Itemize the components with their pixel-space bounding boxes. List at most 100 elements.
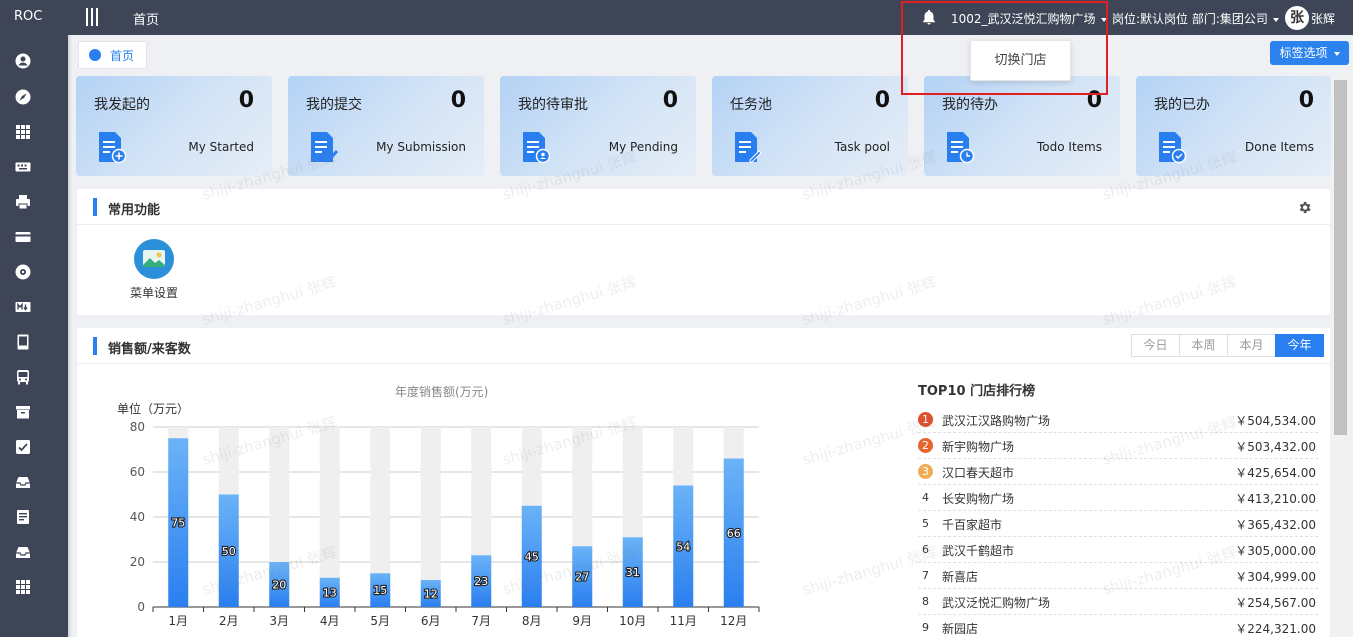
store-name: 1002_武汉泛悦汇购物广场 <box>951 12 1096 26</box>
card-title: 我的提交 <box>306 97 362 113</box>
chevron-down-icon <box>1272 17 1279 22</box>
card-title: 我发起的 <box>94 97 150 113</box>
rank-badge: 1 <box>918 412 933 427</box>
ranking-row[interactable]: 7 新喜店 ￥304,999.00 <box>918 563 1318 589</box>
stat-card[interactable]: 我的提交 0 My Submission <box>288 76 484 176</box>
x-tick-label: 10月 <box>619 614 646 628</box>
page-scrollbar[interactable] <box>1331 76 1349 637</box>
stat-card[interactable]: 我的待办 0 Todo Items <box>924 76 1120 176</box>
scrollbar-thumb[interactable] <box>1334 80 1347 435</box>
store-name: 千百家超市 <box>942 518 1003 532</box>
ranking-row[interactable]: 9 新园店 ￥224,321.00 <box>918 615 1318 637</box>
y-tick-label: 20 <box>130 555 145 569</box>
period-tab[interactable]: 本月 <box>1227 334 1276 357</box>
store-sales: ￥304,999.00 <box>1235 570 1316 584</box>
printer-icon[interactable] <box>15 194 31 210</box>
rank-badge: 8 <box>922 595 929 608</box>
stat-card[interactable]: 任务池 0 Task pool <box>712 76 908 176</box>
doc-user-icon <box>523 132 551 164</box>
period-tab[interactable]: 今日 <box>1131 334 1180 357</box>
store-sales: ￥503,432.00 <box>1235 440 1316 454</box>
card-title: 我的待审批 <box>518 97 588 113</box>
archive-icon[interactable] <box>15 404 31 420</box>
card-subtitle: Done Items <box>1245 140 1314 154</box>
accent-bar <box>93 198 97 216</box>
y-tick-label: 40 <box>130 510 145 524</box>
inbox-icon[interactable] <box>15 474 31 490</box>
period-tab[interactable]: 本周 <box>1179 334 1228 357</box>
stat-card[interactable]: 我的已办 0 Done Items <box>1136 76 1332 176</box>
store-name: 新宇购物广场 <box>942 440 1015 454</box>
chart-title: 年度销售额(万元) <box>395 385 489 399</box>
gear-icon[interactable] <box>1297 200 1312 215</box>
x-tick-label: 7月 <box>471 614 491 628</box>
store-name: 新园店 <box>942 622 979 636</box>
card-subtitle: Todo Items <box>1037 140 1102 154</box>
rank-badge: 7 <box>922 569 929 582</box>
store-sales: ￥305,000.00 <box>1235 544 1316 558</box>
tray-icon[interactable] <box>15 544 31 560</box>
ranking-row[interactable]: 2 新宇购物广场 ￥503,432.00 <box>918 433 1318 459</box>
keyboard-icon[interactable] <box>15 159 31 175</box>
panel-header: 销售额/来客数 今日 本周 本月 今年 <box>77 328 1330 364</box>
store-name: 汉口春天超市 <box>942 466 1015 480</box>
compass-icon[interactable] <box>15 89 31 105</box>
chart-unit-label: 单位（万元） <box>117 402 190 416</box>
bus-icon[interactable] <box>15 369 31 385</box>
panel-header: 常用功能 <box>77 189 1330 225</box>
period-tab[interactable]: 今年 <box>1275 334 1324 357</box>
ranking-row[interactable]: 4 长安购物广场 ￥413,210.00 <box>918 485 1318 511</box>
ranking-row[interactable]: 8 武汉泛悦汇购物广场 ￥254,567.00 <box>918 589 1318 615</box>
brand-logo[interactable]: ROC <box>14 9 42 24</box>
stat-card[interactable]: 我发起的 0 My Started <box>76 76 272 176</box>
y-tick-label: 60 <box>130 465 145 479</box>
x-tick-label: 5月 <box>370 614 390 628</box>
disc-icon[interactable] <box>15 264 31 280</box>
x-tick-label: 12月 <box>720 614 747 628</box>
post-info[interactable]: 岗位:默认岗位 部门:集团公司 <box>1112 10 1279 27</box>
menu-settings-shortcut[interactable]: 菜单设置 <box>127 239 181 301</box>
x-tick-label: 9月 <box>572 614 592 628</box>
bar-value-label: 75 <box>171 517 185 530</box>
chevron-down-icon <box>1100 17 1107 22</box>
top-bar: ROC 首页 1002_武汉泛悦汇购物广场 岗位:默认岗位 部门:集团公司 张 … <box>0 0 1353 35</box>
user-circle-icon[interactable] <box>15 53 31 69</box>
markdown-icon[interactable] <box>15 299 31 315</box>
card-subtitle: Task pool <box>834 140 890 154</box>
stat-card[interactable]: 我的待审批 0 My Pending <box>500 76 696 176</box>
username[interactable]: 张辉 <box>1311 10 1335 27</box>
sales-panel: 销售额/来客数 今日 本周 本月 今年 年度销售额(万元) 单位（万元） 0 20 40 6… <box>77 328 1330 637</box>
bell-icon[interactable] <box>920 7 938 27</box>
doc-clock-icon <box>947 132 975 164</box>
ranking-row[interactable]: 5 千百家超市 ￥365,432.00 <box>918 511 1318 537</box>
bar-value-label: 50 <box>222 545 236 558</box>
card-subtitle: My Submission <box>376 140 466 154</box>
store-select[interactable]: 1002_武汉泛悦汇购物广场 <box>951 10 1107 27</box>
menu-toggle-icon[interactable] <box>86 8 98 26</box>
menu-settings-label: 菜单设置 <box>129 286 178 300</box>
tab-options-button[interactable]: 标签选项 <box>1270 41 1349 65</box>
period-tabs: 今日 本周 本月 今年 <box>1131 334 1324 357</box>
tab-home-label: 首页 <box>110 48 135 63</box>
avatar[interactable]: 张 <box>1285 6 1309 30</box>
apps-icon[interactable] <box>15 579 31 595</box>
common-functions-panel: 常用功能 菜单设置 <box>77 189 1330 315</box>
rank-badge: 2 <box>918 438 933 453</box>
credit-card-icon[interactable] <box>15 229 31 245</box>
accent-bar <box>93 337 97 355</box>
grid-icon[interactable] <box>15 124 31 140</box>
store-name: 武汉江汉路购物广场 <box>942 414 1051 428</box>
panel-title: 销售额/来客数 <box>108 342 191 357</box>
sidebar-shadow <box>68 35 72 637</box>
checkbox-icon[interactable] <box>15 439 31 455</box>
document-icon[interactable] <box>15 509 31 525</box>
tablet-icon[interactable] <box>15 334 31 350</box>
card-count: 0 <box>238 88 254 113</box>
chevron-down-icon <box>1333 51 1340 56</box>
top-home-link[interactable]: 首页 <box>133 9 159 28</box>
switch-store-menu-item[interactable]: 切换门店 <box>970 40 1071 81</box>
tab-home[interactable]: 首页 <box>78 41 147 69</box>
ranking-row[interactable]: 6 武汉千鹤超市 ￥305,000.00 <box>918 537 1318 563</box>
ranking-row[interactable]: 1 武汉江汉路购物广场 ￥504,534.00 <box>918 407 1318 433</box>
ranking-row[interactable]: 3 汉口春天超市 ￥425,654.00 <box>918 459 1318 485</box>
